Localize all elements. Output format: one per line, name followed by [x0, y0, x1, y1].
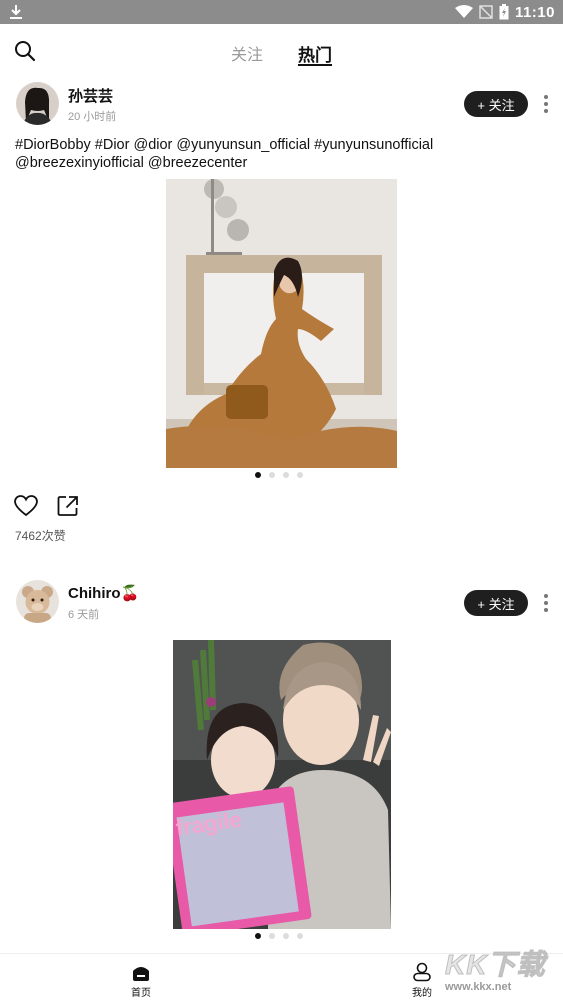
feed-post: Chihiro🍒 6 天前 + 关注 fragile [0, 575, 563, 953]
carousel-dot [269, 933, 275, 939]
post-time: 20 小时前 [68, 111, 117, 123]
watermark: KK下载 www.kkx.net [445, 943, 560, 1000]
watermark-logo: KK下载 [445, 949, 546, 981]
post-username[interactable]: 孙芸芸 [68, 85, 113, 106]
like-count: 7462次赞 [15, 529, 66, 543]
home-icon [133, 967, 149, 981]
avatar[interactable] [16, 82, 59, 125]
follow-button[interactable]: + 关注 [464, 590, 528, 616]
app-screen: 11:10 关注 热门 孙芸芸 20 小时前 + 关注 #DiorBobby #… [0, 0, 563, 1000]
tab-following[interactable]: 关注 [231, 41, 263, 65]
nav-home[interactable]: 首页 [121, 962, 161, 999]
share-icon[interactable] [57, 495, 79, 517]
more-options-icon[interactable] [541, 95, 551, 115]
tab-hot[interactable]: 热门 [298, 41, 332, 66]
top-nav: 关注 热门 [0, 24, 563, 76]
carousel-dot [283, 472, 289, 478]
profile-icon [413, 962, 431, 982]
carousel-dot [297, 933, 303, 939]
follow-button[interactable]: + 关注 [464, 91, 528, 117]
post-photo[interactable]: fragile [173, 640, 391, 929]
carousel-dot [255, 472, 261, 478]
carousel-dot [269, 472, 275, 478]
wifi-icon [454, 5, 473, 18]
carousel-dot [283, 933, 289, 939]
download-icon [10, 5, 22, 19]
avatar[interactable] [16, 580, 59, 623]
post-time: 6 天前 [68, 609, 100, 621]
carousel-indicator [255, 472, 303, 478]
heart-icon[interactable] [14, 495, 38, 517]
search-icon[interactable] [14, 40, 36, 62]
nav-home-label: 首页 [131, 988, 151, 999]
nav-profile[interactable]: 我的 [402, 962, 442, 999]
carousel-indicator [255, 933, 303, 939]
signal-off-icon [479, 5, 493, 19]
more-options-icon[interactable] [541, 594, 551, 614]
post-photo[interactable] [166, 179, 397, 468]
status-time: 11:10 [514, 3, 555, 21]
post-caption: #DiorBobby #Dior @dior @yunyunsun_offici… [15, 137, 434, 171]
battery-charging-icon [499, 4, 509, 20]
post-username[interactable]: Chihiro🍒 [68, 584, 139, 602]
feed-post: 孙芸芸 20 小时前 + 关注 #DiorBobby #Dior @dior @… [0, 76, 563, 556]
carousel-dot [297, 472, 303, 478]
status-bar: 11:10 [0, 0, 563, 24]
carousel-dot [255, 933, 261, 939]
nav-profile-label: 我的 [412, 988, 432, 999]
active-tab-indicator [298, 64, 332, 66]
